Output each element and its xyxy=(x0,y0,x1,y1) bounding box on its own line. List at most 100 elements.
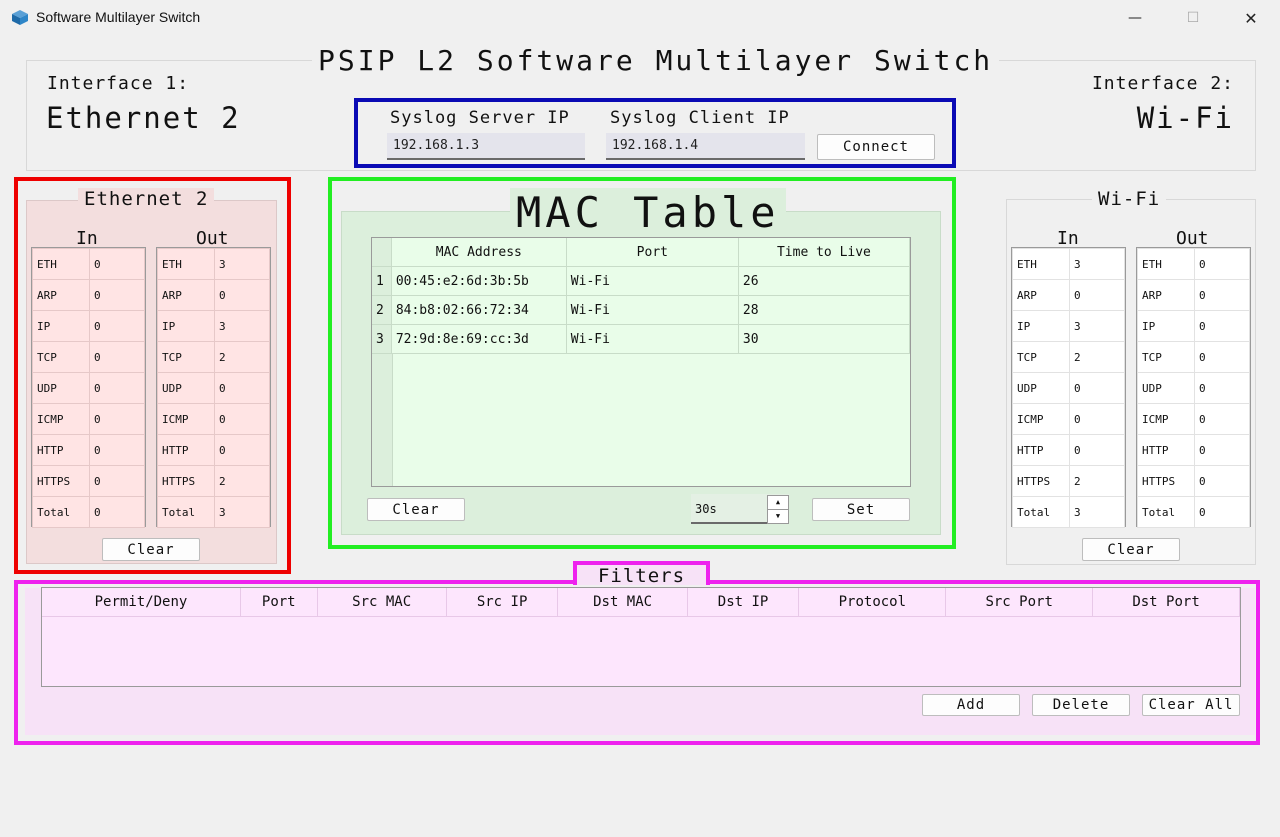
filter-column-header[interactable]: Src IP xyxy=(446,588,559,617)
clear-all-filters-button[interactable]: Clear All xyxy=(1142,694,1240,716)
ethernet-out-label: Out xyxy=(196,228,229,249)
connect-button[interactable]: Connect xyxy=(817,134,935,160)
stats-value: 3 xyxy=(1069,310,1125,342)
filter-column-header[interactable]: Src MAC xyxy=(317,588,447,617)
stats-key: TCP xyxy=(32,341,90,373)
stats-row: HTTPS 2 xyxy=(157,465,270,497)
stats-row: Total 3 xyxy=(157,496,270,528)
set-ttl-button[interactable]: Set xyxy=(812,498,910,521)
filter-column-header[interactable]: Dst MAC xyxy=(557,588,688,617)
stats-value: 0 xyxy=(1069,279,1125,311)
stats-key: TCP xyxy=(1137,341,1195,373)
ttl-spinbox[interactable]: 30s ▲ ▼ xyxy=(691,494,789,524)
ethernet-panel-title: Ethernet 2 xyxy=(78,188,215,210)
filter-column-header[interactable]: Dst Port xyxy=(1092,588,1240,617)
filter-column-header[interactable]: Protocol xyxy=(798,588,947,617)
interface2-value: Wi-Fi xyxy=(1136,101,1234,135)
stats-row: ICMP 0 xyxy=(157,403,270,435)
stats-row: Total 3 xyxy=(1012,496,1125,528)
stats-value: 0 xyxy=(1194,465,1250,497)
mac-cell: 84:b8:02:66:72:34 xyxy=(391,295,567,325)
stats-key: ARP xyxy=(32,279,90,311)
minimize-button[interactable]: — xyxy=(1106,0,1164,36)
stats-key: Total xyxy=(32,496,90,528)
interface1-value: Ethernet 2 xyxy=(46,101,241,135)
add-filter-button[interactable]: Add xyxy=(922,694,1020,716)
stats-value: 0 xyxy=(89,434,145,466)
stats-value: 3 xyxy=(1069,496,1125,528)
stats-key: IP xyxy=(1137,310,1195,342)
stats-key: ARP xyxy=(1137,279,1195,311)
stats-value: 0 xyxy=(1194,434,1250,466)
stats-key: HTTP xyxy=(1012,434,1070,466)
stats-row: IP 3 xyxy=(157,310,270,342)
mac-cell: 30 xyxy=(738,324,910,354)
stats-value: 0 xyxy=(89,248,145,280)
stats-key: HTTP xyxy=(32,434,90,466)
mac-column-header[interactable]: MAC Address xyxy=(391,238,567,267)
filter-column-header[interactable]: Dst IP xyxy=(687,588,800,617)
stats-key: HTTPS xyxy=(1012,465,1070,497)
stats-key: ICMP xyxy=(32,403,90,435)
ethernet-out-table: ETH 3 ARP 0 IP 3 TCP 2 UDP 0 ICMP 0 HTTP 0 HTTPS 2 Total… xyxy=(156,247,271,528)
interface2-label: Interface 2: xyxy=(1091,73,1234,94)
stats-value: 0 xyxy=(89,341,145,373)
close-button[interactable]: ✕ xyxy=(1222,0,1280,36)
stats-row: UDP 0 xyxy=(1137,372,1250,404)
stats-key: UDP xyxy=(157,372,215,404)
syslog-client-input[interactable]: 192.168.1.4 xyxy=(606,133,805,160)
spin-up-icon[interactable]: ▲ xyxy=(767,495,789,510)
stats-row: ETH 3 xyxy=(157,248,270,280)
stats-key: IP xyxy=(157,310,215,342)
mac-clear-button[interactable]: Clear xyxy=(367,498,465,521)
stats-key: ETH xyxy=(32,248,90,280)
stats-row: UDP 0 xyxy=(157,372,270,404)
stats-value: 0 xyxy=(89,310,145,342)
wifi-in-label: In xyxy=(1057,228,1079,249)
stats-value: 0 xyxy=(89,496,145,528)
stats-row: ETH 0 xyxy=(1137,248,1250,280)
stats-row: HTTP 0 xyxy=(1012,434,1125,466)
stats-value: 0 xyxy=(89,403,145,435)
stats-value: 0 xyxy=(1194,372,1250,404)
maximize-button[interactable]: ☐ xyxy=(1164,0,1222,36)
mac-column-header[interactable]: Port xyxy=(566,238,739,267)
stats-key: ICMP xyxy=(1012,403,1070,435)
stats-key: ARP xyxy=(1012,279,1070,311)
table-row[interactable]: 3 72:9d:8e:69:cc:3d Wi-Fi 30 xyxy=(372,324,910,354)
page-title: PSIP L2 Software Multilayer Switch xyxy=(312,44,1000,77)
stats-value: 0 xyxy=(89,372,145,404)
stats-row: ICMP 0 xyxy=(32,403,145,435)
stats-row: UDP 0 xyxy=(32,372,145,404)
spin-down-icon[interactable]: ▼ xyxy=(767,509,789,524)
stats-row: Total 0 xyxy=(1137,496,1250,528)
wifi-in-table: ETH 3 ARP 0 IP 3 TCP 2 UDP 0 ICMP 0 HTTP 0 HTTPS 2 Total… xyxy=(1011,247,1126,528)
wifi-panel-title: Wi-Fi xyxy=(1092,188,1167,210)
stats-key: ETH xyxy=(1137,248,1195,280)
filter-column-header[interactable]: Permit/Deny xyxy=(42,588,241,617)
stats-row: ICMP 0 xyxy=(1012,403,1125,435)
stats-key: Total xyxy=(1137,496,1195,528)
syslog-server-input[interactable]: 192.168.1.3 xyxy=(387,133,585,160)
filter-column-header[interactable]: Src Port xyxy=(945,588,1094,617)
stats-row: IP 0 xyxy=(32,310,145,342)
wifi-clear-button[interactable]: Clear xyxy=(1082,538,1180,561)
table-row[interactable]: 1 00:45:e2:6d:3b:5b Wi-Fi 26 xyxy=(372,266,910,296)
stats-key: IP xyxy=(1012,310,1070,342)
mac-cell: 28 xyxy=(738,295,910,325)
stats-key: TCP xyxy=(157,341,215,373)
stats-key: HTTP xyxy=(157,434,215,466)
ethernet-clear-button[interactable]: Clear xyxy=(102,538,200,561)
stats-row: ARP 0 xyxy=(1137,279,1250,311)
window-title: Software Multilayer Switch xyxy=(36,9,201,25)
stats-value: 3 xyxy=(214,248,270,280)
filter-column-header[interactable]: Port xyxy=(240,588,318,617)
mac-column-header[interactable]: Time to Live xyxy=(738,238,910,267)
delete-filter-button[interactable]: Delete xyxy=(1032,694,1130,716)
stats-value: 2 xyxy=(214,465,270,497)
stats-value: 0 xyxy=(89,465,145,497)
app-icon xyxy=(12,10,28,25)
stats-row: HTTPS 2 xyxy=(1012,465,1125,497)
table-row[interactable]: 2 84:b8:02:66:72:34 Wi-Fi 28 xyxy=(372,295,910,325)
mac-cell: 00:45:e2:6d:3b:5b xyxy=(391,266,567,296)
